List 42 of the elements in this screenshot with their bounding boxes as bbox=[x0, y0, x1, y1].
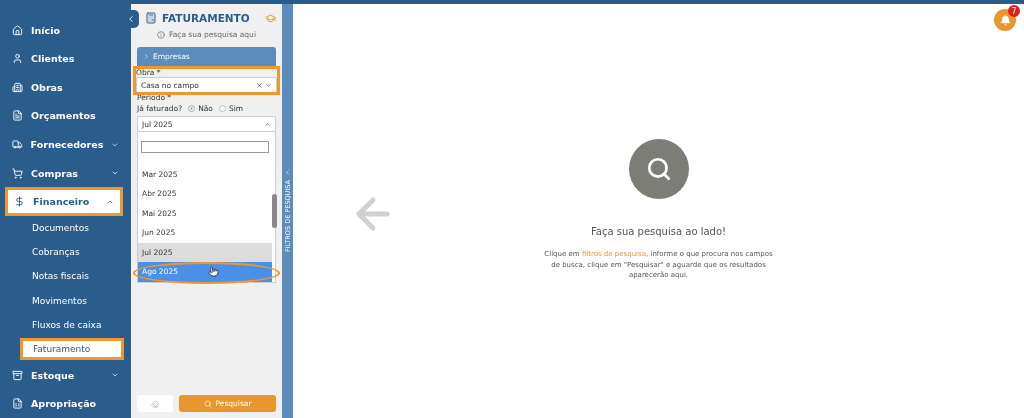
sidebar-item[interactable]: Obras bbox=[0, 73, 131, 102]
truck-icon bbox=[12, 139, 23, 151]
empty-title: Faça sua pesquisa ao lado! bbox=[590, 226, 727, 237]
hand-cursor-icon bbox=[208, 266, 219, 277]
building-icon bbox=[12, 81, 23, 93]
submenu-item[interactable]: Movimentos bbox=[22, 292, 95, 309]
chevron-right-icon bbox=[143, 53, 150, 60]
home-icon bbox=[12, 24, 23, 36]
submenu-item[interactable]: Cobranças bbox=[22, 244, 88, 261]
document-icon bbox=[12, 110, 23, 122]
sidebar-item[interactable]: Apropriação bbox=[0, 389, 131, 418]
chevron-down-icon bbox=[265, 81, 272, 89]
graduation-cap-icon[interactable] bbox=[265, 12, 276, 24]
bell-icon bbox=[999, 14, 1011, 26]
sidebar-item[interactable]: Orçamentos bbox=[0, 101, 131, 131]
sidebar-item[interactable]: Clientes bbox=[0, 44, 131, 74]
submenu-item[interactable]: Notas fiscais bbox=[22, 268, 97, 285]
sidebar-item[interactable]: Início bbox=[0, 16, 131, 45]
submenu-item[interactable]: Documentos bbox=[22, 220, 97, 237]
submenu-item[interactable]: Fluxos de caixa bbox=[22, 316, 110, 333]
calculator-icon bbox=[145, 12, 157, 24]
chevron-up-icon bbox=[264, 120, 271, 128]
scrollbar-thumb[interactable] bbox=[272, 194, 277, 228]
document-icon bbox=[12, 398, 23, 410]
sidebar-item[interactable]: Compras bbox=[0, 158, 131, 188]
chevron-left-icon bbox=[126, 14, 136, 24]
archive-icon bbox=[12, 369, 23, 381]
sidebar-item[interactable]: Financeiro bbox=[5, 187, 123, 217]
search-input[interactable] bbox=[141, 140, 269, 153]
sidebar-item[interactable]: Fornecedores bbox=[0, 130, 131, 159]
clear-icon[interactable] bbox=[256, 81, 263, 89]
panel-title: FATURAMENTO bbox=[162, 12, 251, 24]
user-icon bbox=[12, 53, 23, 65]
dollar-icon bbox=[14, 196, 25, 208]
cart-icon bbox=[12, 167, 23, 179]
eraser-icon bbox=[151, 399, 159, 408]
chevron-left-icon bbox=[284, 169, 291, 176]
search-icon bbox=[203, 399, 212, 408]
notification-badge: 7 bbox=[1008, 5, 1020, 17]
info-icon bbox=[157, 30, 166, 39]
submenu-item[interactable]: Faturamento bbox=[20, 337, 124, 360]
sidebar-item[interactable]: Estoque bbox=[0, 360, 131, 390]
